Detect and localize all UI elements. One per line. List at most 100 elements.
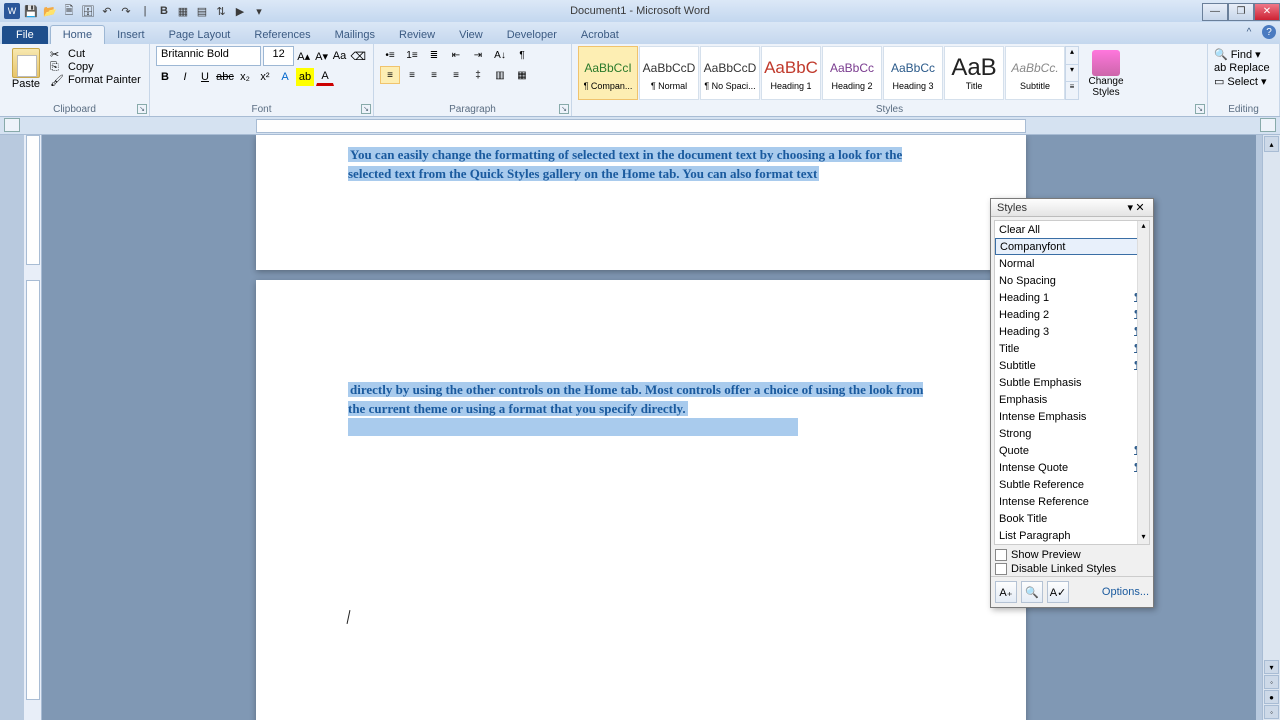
increase-indent-button[interactable]: ⇥	[468, 46, 488, 64]
style-item[interactable]: AaBbCcD¶ No Spaci...	[700, 46, 760, 100]
sort-qat-icon[interactable]: ⇅	[213, 3, 229, 19]
bold-qat-icon[interactable]: B	[156, 3, 172, 19]
next-page-button[interactable]: ◦	[1264, 705, 1279, 719]
style-item[interactable]: AaBbCHeading 1	[761, 46, 821, 100]
selected-text-1[interactable]: You can easily change the formatting of …	[348, 147, 902, 181]
sort-button[interactable]: A↓	[490, 46, 510, 64]
style-row[interactable]: Stronga	[995, 425, 1149, 442]
bullets-button[interactable]: •≡	[380, 46, 400, 64]
selected-text-2[interactable]: directly by using the other controls on …	[348, 382, 923, 416]
tab-selector[interactable]	[4, 118, 20, 132]
gallery-down-button[interactable]: ▾	[1066, 64, 1078, 82]
styles-dialog-launcher[interactable]: ↘	[1195, 104, 1205, 114]
tab-page-layout[interactable]: Page Layout	[157, 26, 243, 44]
shading-button[interactable]: ▥	[490, 66, 510, 84]
font-size-combo[interactable]: 12	[263, 46, 293, 66]
clear-formatting-button[interactable]: ⌫	[349, 47, 367, 65]
vertical-scrollbar[interactable]: ▴ ▾ ◦ ● ◦	[1262, 135, 1280, 720]
page-1[interactable]: You can easily change the formatting of …	[256, 135, 1026, 270]
style-row[interactable]: List Paragraph¶	[995, 527, 1149, 544]
style-row[interactable]: Subtle Referencea	[995, 476, 1149, 493]
style-row[interactable]: Intense Quote¶a	[995, 459, 1149, 476]
style-row[interactable]: Book Titlea	[995, 510, 1149, 527]
qat-customize-icon[interactable]: ▾	[251, 3, 267, 19]
gallery-more-button[interactable]: ≡	[1066, 81, 1078, 99]
change-styles-button[interactable]: Change Styles	[1083, 46, 1129, 100]
copy-button[interactable]: ⎘Copy	[50, 61, 141, 73]
minimize-ribbon-icon[interactable]: ^	[1242, 25, 1256, 39]
numbering-button[interactable]: 1≡	[402, 46, 422, 64]
style-row[interactable]: Subtle Emphasisa	[995, 374, 1149, 391]
shrink-font-button[interactable]: A▾	[314, 47, 330, 65]
show-marks-button[interactable]: ¶	[512, 46, 532, 64]
browse-object-button[interactable]: ●	[1264, 690, 1279, 704]
open-icon[interactable]: 📂	[42, 3, 58, 19]
new-style-button[interactable]: A₊	[995, 581, 1017, 603]
bold-button[interactable]: B	[156, 68, 174, 86]
style-row[interactable]: Intense Emphasisa	[995, 408, 1149, 425]
tab-insert[interactable]: Insert	[105, 26, 157, 44]
style-row[interactable]: Title¶a	[995, 340, 1149, 357]
line-spacing-button[interactable]: ‡	[468, 66, 488, 84]
clipboard-dialog-launcher[interactable]: ↘	[137, 104, 147, 114]
tab-acrobat[interactable]: Acrobat	[569, 26, 631, 44]
underline-button[interactable]: U	[196, 68, 214, 86]
style-item[interactable]: AaBbCcHeading 2	[822, 46, 882, 100]
clear-all-button[interactable]: Clear All	[995, 221, 1149, 238]
style-row[interactable]: Emphasisa	[995, 391, 1149, 408]
tab-references[interactable]: References	[242, 26, 322, 44]
strikethrough-button[interactable]: abc	[216, 68, 234, 86]
tab-developer[interactable]: Developer	[495, 26, 569, 44]
disable-linked-checkbox[interactable]: Disable Linked Styles	[991, 562, 1153, 576]
help-icon[interactable]: ?	[1262, 25, 1276, 39]
close-button[interactable]: ✕	[1254, 3, 1280, 21]
save-icon[interactable]: 💾	[23, 3, 39, 19]
font-dialog-launcher[interactable]: ↘	[361, 104, 371, 114]
grow-font-button[interactable]: A▴	[296, 47, 312, 65]
scroll-up-button[interactable]: ▴	[1264, 136, 1279, 152]
undo-icon[interactable]: ↶	[99, 3, 115, 19]
redo-icon[interactable]: ↷	[118, 3, 134, 19]
superscript-button[interactable]: x²	[256, 68, 274, 86]
style-item[interactable]: AaBbCcHeading 3	[883, 46, 943, 100]
justify-button[interactable]: ≡	[446, 66, 466, 84]
align-right-button[interactable]: ≡	[424, 66, 444, 84]
manage-styles-button[interactable]: A✓	[1047, 581, 1069, 603]
vertical-ruler[interactable]	[24, 135, 42, 720]
macro-qat-icon[interactable]: ▶	[232, 3, 248, 19]
tab-mailings[interactable]: Mailings	[323, 26, 387, 44]
maximize-button[interactable]: ❐	[1228, 3, 1254, 21]
new-icon[interactable]: 🗎	[61, 3, 77, 19]
tab-home[interactable]: Home	[50, 25, 105, 44]
find-button[interactable]: 🔍Find ▾	[1214, 48, 1273, 61]
save-all-icon[interactable]: 🗄	[80, 3, 96, 19]
align-center-button[interactable]: ≡	[402, 66, 422, 84]
styles-pane-close-button[interactable]: ✕	[1133, 201, 1147, 214]
style-item[interactable]: AaBbCcD¶ Normal	[639, 46, 699, 100]
prev-page-button[interactable]: ◦	[1264, 675, 1279, 689]
style-row[interactable]: Heading 3¶a	[995, 323, 1149, 340]
style-row[interactable]: Companyfont¶	[995, 238, 1149, 255]
change-case-button[interactable]: Aa	[332, 47, 348, 65]
cut-button[interactable]: ✂Cut	[50, 48, 141, 60]
borders-button[interactable]: ▦	[512, 66, 532, 84]
page-2[interactable]: directly by using the other controls on …	[256, 280, 1026, 720]
subscript-button[interactable]: x₂	[236, 68, 254, 86]
scroll-down-button[interactable]: ▾	[1264, 660, 1279, 674]
styles-scrollbar[interactable]: ▴ ▾	[1137, 221, 1149, 544]
replace-button[interactable]: abReplace	[1214, 62, 1273, 74]
font-color-button[interactable]: A	[316, 68, 334, 86]
style-inspector-button[interactable]: 🔍	[1021, 581, 1043, 603]
highlight-qat-icon[interactable]: ▦	[175, 3, 191, 19]
gallery-up-button[interactable]: ▴	[1066, 47, 1078, 64]
minimize-button[interactable]: —	[1202, 3, 1228, 21]
quick-styles-gallery[interactable]: AaBbCcI¶ Compan...AaBbCcD¶ NormalAaBbCcD…	[578, 46, 1065, 100]
style-row[interactable]: Heading 1¶a	[995, 289, 1149, 306]
italic-button[interactable]: I	[176, 68, 194, 86]
table-qat-icon[interactable]: ▤	[194, 3, 210, 19]
tab-view[interactable]: View	[447, 26, 495, 44]
style-item[interactable]: AaBbCc.Subtitle	[1005, 46, 1065, 100]
style-row[interactable]: Heading 2¶a	[995, 306, 1149, 323]
select-button[interactable]: ▭Select ▾	[1214, 75, 1273, 88]
decrease-indent-button[interactable]: ⇤	[446, 46, 466, 64]
